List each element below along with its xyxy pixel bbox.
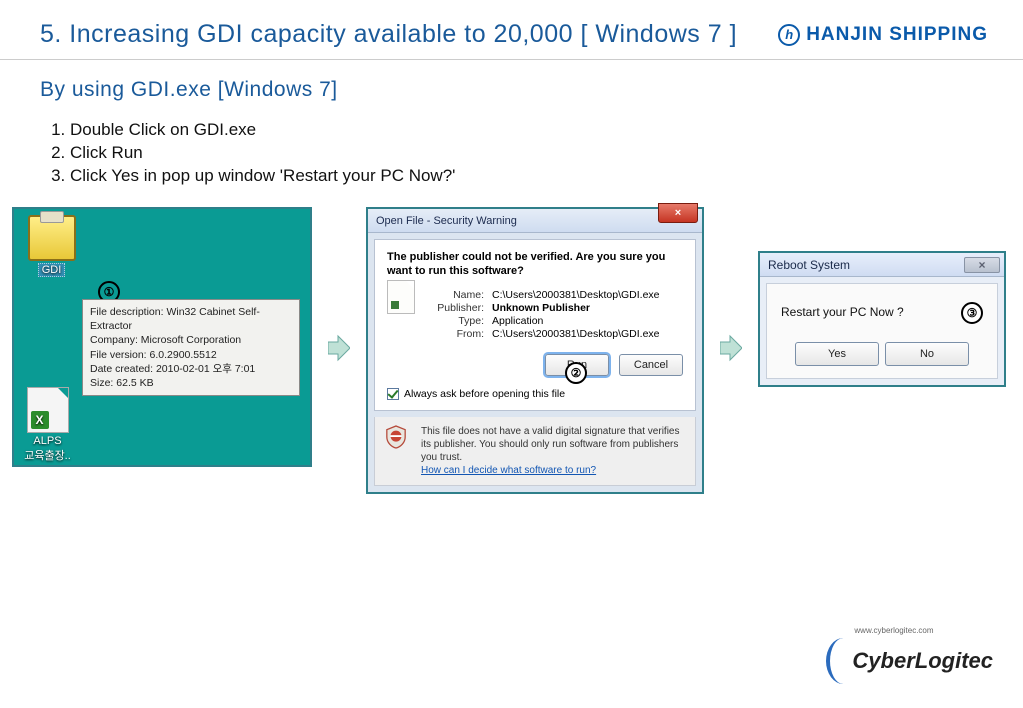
- file-tooltip: File description: Win32 Cabinet Self-Ext…: [82, 299, 300, 396]
- gdi-icon-label: GDI: [38, 263, 66, 277]
- file-icon: [387, 280, 415, 314]
- callout-number-2: ②: [565, 362, 587, 384]
- gdi-exe-icon: [28, 215, 76, 261]
- header: 5. Increasing GDI capacity available to …: [0, 0, 1023, 60]
- reboot-system-dialog: Reboot System × Restart your PC Now ? ③ …: [758, 251, 1006, 387]
- label: From:: [429, 328, 484, 340]
- no-button[interactable]: No: [885, 342, 969, 366]
- close-icon: ×: [978, 258, 985, 272]
- page-title: 5. Increasing GDI capacity available to …: [40, 20, 737, 49]
- dialog-body: The publisher could not be verified. Are…: [374, 239, 696, 411]
- desktop-screenshot-panel: GDI ① File description: Win32 Cabinet Se…: [12, 207, 312, 467]
- always-ask-checkbox-row[interactable]: Always ask before opening this file: [387, 388, 683, 400]
- value: Unknown Publisher: [492, 302, 683, 314]
- instruction-step: Click Run: [70, 143, 983, 163]
- alps-icon-label-1: ALPS: [20, 435, 75, 447]
- alps-file-icon: [27, 387, 69, 433]
- instruction-step: Click Yes in pop up window 'Restart your…: [70, 166, 983, 186]
- dialog-titlebar[interactable]: Reboot System ×: [760, 253, 1004, 277]
- brand-name: HANJIN SHIPPING: [806, 24, 988, 46]
- instruction-list: Double Click on GDI.exe Click Run Click …: [0, 108, 1023, 186]
- instruction-step: Double Click on GDI.exe: [70, 120, 983, 140]
- info-row-from: From: C:\Users\2000381\Desktop\GDI.exe: [429, 328, 683, 340]
- dialog-titlebar[interactable]: Open File - Security Warning ×: [368, 209, 702, 233]
- subheading: By using GDI.exe [Windows 7]: [0, 60, 1023, 108]
- dialog-title: Reboot System: [768, 258, 850, 272]
- reboot-message: Restart your PC Now ?: [781, 305, 904, 319]
- label: Name:: [429, 289, 484, 301]
- tooltip-line: Size: 62.5 KB: [90, 376, 292, 390]
- callout-number-3: ③: [961, 302, 983, 324]
- info-row-type: Type: Application: [429, 315, 683, 327]
- footer-logo: www.cyberlogitec.com CyberLogitec: [826, 638, 993, 684]
- close-button[interactable]: ×: [658, 203, 698, 223]
- security-warning-dialog: Open File - Security Warning × The publi…: [366, 207, 704, 494]
- info-row-name: Name: C:\Users\2000381\Desktop\GDI.exe: [429, 289, 683, 301]
- tooltip-line: File description: Win32 Cabinet Self-Ext…: [90, 305, 292, 333]
- label: Type:: [429, 315, 484, 327]
- desktop-icon-alps[interactable]: ALPS 교육출장..: [20, 387, 75, 463]
- footer-logo-text: CyberLogitec: [852, 648, 993, 674]
- value: C:\Users\2000381\Desktop\GDI.exe: [492, 328, 683, 340]
- desktop-icon-gdi[interactable]: GDI: [24, 215, 79, 277]
- yes-button[interactable]: Yes: [795, 342, 879, 366]
- figures-row: GDI ① File description: Win32 Cabinet Se…: [0, 189, 1023, 494]
- brand-mark-icon: h: [778, 24, 800, 46]
- footer-logo-url: www.cyberlogitec.com: [854, 626, 933, 635]
- label: Publisher:: [429, 302, 484, 314]
- checkbox-icon[interactable]: [387, 388, 399, 400]
- dialog-body: Restart your PC Now ? ③ Yes No: [766, 283, 998, 379]
- info-row-publisher: Publisher: Unknown Publisher: [429, 302, 683, 314]
- dialog-footer: This file does not have a valid digital …: [374, 417, 696, 486]
- footer-help-link[interactable]: How can I decide what software to run?: [421, 465, 596, 476]
- checkbox-label: Always ask before opening this file: [404, 388, 565, 400]
- shield-warning-icon: [385, 425, 407, 449]
- close-icon: ×: [675, 207, 681, 219]
- dialog-title: Open File - Security Warning: [376, 215, 517, 227]
- tooltip-line: Date created: 2010-02-01 오후 7:01: [90, 362, 292, 376]
- alps-icon-label-2: 교육출장..: [20, 447, 75, 463]
- arrow-icon: [720, 334, 742, 367]
- value: C:\Users\2000381\Desktop\GDI.exe: [492, 289, 683, 301]
- cancel-button[interactable]: Cancel: [619, 354, 683, 376]
- tooltip-line: File version: 6.0.2900.5512: [90, 348, 292, 362]
- close-button[interactable]: ×: [964, 257, 1000, 273]
- tooltip-line: Company: Microsoft Corporation: [90, 333, 292, 347]
- footer-warning-text: This file does not have a valid digital …: [421, 426, 679, 463]
- arrow-icon: [328, 334, 350, 367]
- value: Application: [492, 315, 683, 327]
- warning-text: The publisher could not be verified. Are…: [387, 250, 683, 279]
- brand-logo: h HANJIN SHIPPING: [778, 24, 988, 46]
